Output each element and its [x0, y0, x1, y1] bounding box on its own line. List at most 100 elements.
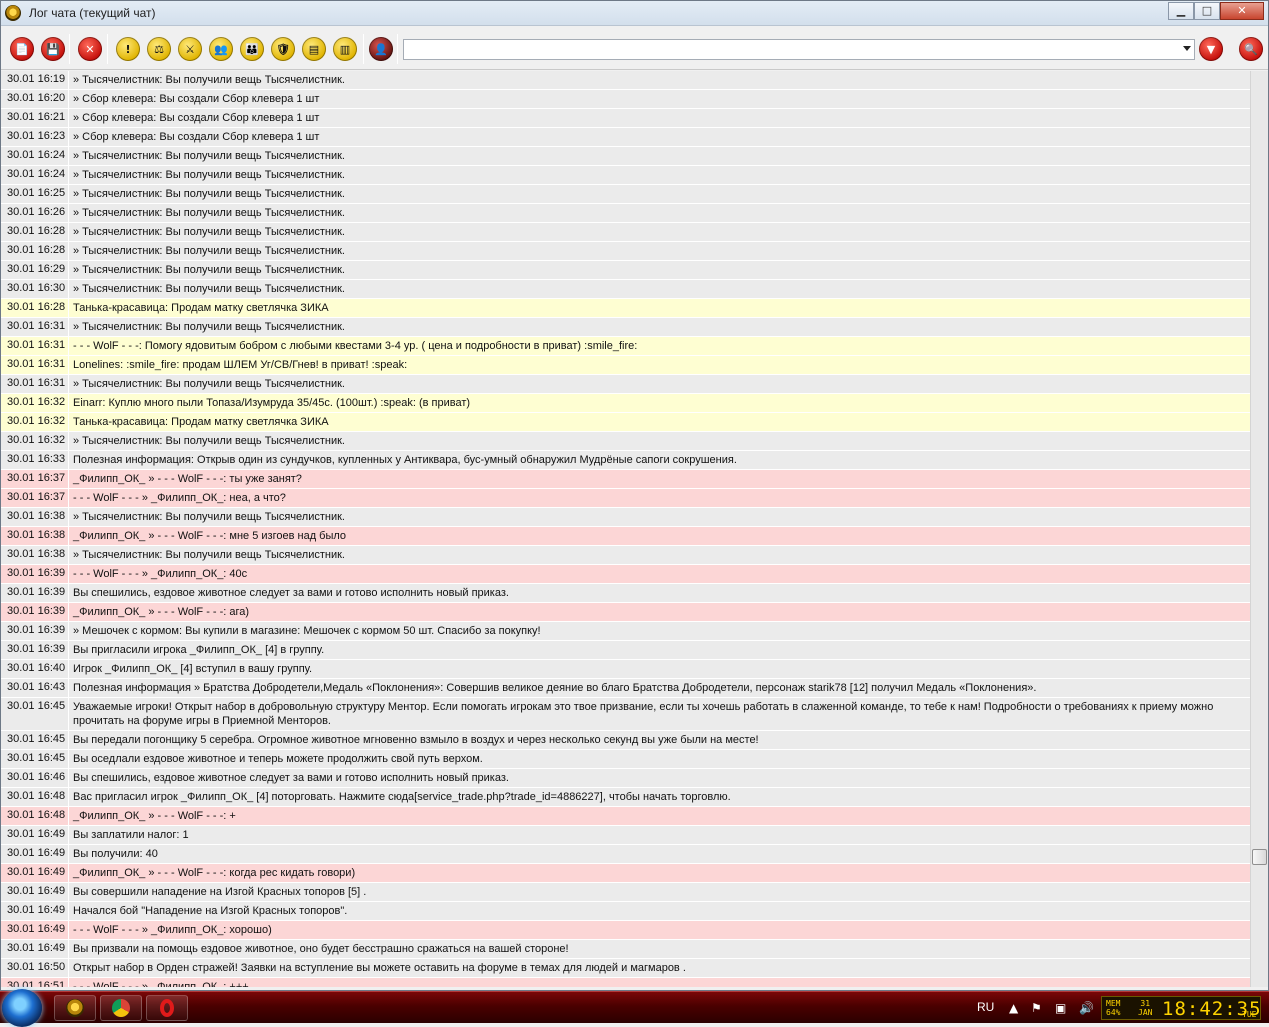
log-timestamp: 30.01 16:29 — [1, 261, 69, 279]
filter-system-icon: ! — [125, 42, 131, 56]
log-row[interactable]: 30.01 16:28 Танька-красавица: Продам матк… — [1, 299, 1250, 318]
minimize-button[interactable]: ▁ — [1168, 2, 1194, 20]
show-hidden-icons-icon[interactable]: ▲ — [1009, 1001, 1018, 1015]
log-message: _Филипп_ОК_ » - - - WolF - - -: ты уже з… — [73, 473, 302, 485]
log-row[interactable]: 30.01 16:49 Вы совершили нападение на Из… — [1, 883, 1250, 902]
scrollbar-thumb[interactable] — [1252, 849, 1267, 865]
game-logo-icon — [66, 999, 84, 1017]
filter-system-button[interactable]: ! — [116, 37, 140, 61]
log-row[interactable]: 30.01 16:48 _Филипп_ОК_ » - - - WolF - - … — [1, 807, 1250, 826]
log-row[interactable]: 30.01 16:21 » Сбор клевера: Вы создали Сб… — [1, 109, 1250, 128]
log-message: Вы заплатили налог: 1 — [73, 829, 189, 841]
filter-private-button[interactable]: ▤ — [302, 37, 326, 61]
log-row[interactable]: 30.01 16:19 » Тысячелистник: Вы получили … — [1, 71, 1250, 90]
log-row[interactable]: 30.01 16:37 _Филипп_ОК_ » - - - WolF - - … — [1, 470, 1250, 489]
log-row[interactable]: 30.01 16:50 Открыт набор в Орден стражей… — [1, 959, 1250, 978]
log-message: Игрок _Филипп_ОК_ [4] вступил в вашу гру… — [73, 663, 313, 675]
log-message: Вы спешились, ездовое животное следует з… — [73, 772, 509, 784]
log-row[interactable]: 30.01 16:24 » Тысячелистник: Вы получили … — [1, 166, 1250, 185]
log-row[interactable]: 30.01 16:39 » Мешочек с кормом: Вы купили… — [1, 622, 1250, 641]
taskbar-app-opera[interactable] — [146, 995, 188, 1021]
log-row[interactable]: 30.01 16:49 _Филипп_ОК_ » - - - WolF - - … — [1, 864, 1250, 883]
log-row[interactable]: 30.01 16:45 Вы передали погонщику 5 сере… — [1, 731, 1250, 750]
log-row[interactable]: 30.01 16:49 Вы призвали на помощь ездово… — [1, 940, 1250, 959]
toolbar-separator — [397, 34, 398, 64]
log-row[interactable]: 30.01 16:28 » Тысячелистник: Вы получили … — [1, 242, 1250, 261]
log-row[interactable]: 30.01 16:46 Вы спешились, ездовое животн… — [1, 769, 1250, 788]
action-center-flag-icon[interactable]: ⚑ — [1031, 1001, 1042, 1015]
log-row[interactable]: 30.01 16:32 Einarr: Куплю много пыли Топа… — [1, 394, 1250, 413]
log-row[interactable]: 30.01 16:20 » Сбор клевера: Вы создали Сб… — [1, 90, 1250, 109]
log-row[interactable]: 30.01 16:49 Начался бой "Нападение на Из… — [1, 902, 1250, 921]
log-row[interactable]: 30.01 16:30 » Тысячелистник: Вы получили … — [1, 280, 1250, 299]
log-message: » Тысячелистник: Вы получили вещь Тысяче… — [73, 435, 345, 447]
vertical-scrollbar[interactable] — [1250, 71, 1268, 987]
log-message: Начался бой "Нападение на Изгой Красных … — [73, 905, 348, 917]
date-month: JAN — [1138, 1008, 1153, 1017]
save-log-button[interactable]: 💾 — [41, 37, 65, 61]
log-row[interactable]: 30.01 16:37 - - - WolF - - - » _Филипп_ОК… — [1, 489, 1250, 508]
apply-filter-button[interactable]: ▼ — [1199, 37, 1223, 61]
log-message: » Тысячелистник: Вы получили вещь Тысяче… — [73, 169, 345, 181]
volume-icon[interactable]: 🔊 — [1079, 1001, 1094, 1015]
log-row[interactable]: 30.01 16:29 » Тысячелистник: Вы получили … — [1, 261, 1250, 280]
log-row[interactable]: 30.01 16:39 _Филипп_ОК_ » - - - WolF - - … — [1, 603, 1250, 622]
log-row[interactable]: 30.01 16:31 » Тысячелистник: Вы получили … — [1, 318, 1250, 337]
filter-clan-button[interactable]: 👪 — [240, 37, 264, 61]
delete-log-button[interactable]: ✕ — [78, 37, 102, 61]
close-button[interactable]: ✕ — [1220, 2, 1264, 20]
log-row[interactable]: 30.01 16:25 » Тысячелистник: Вы получили … — [1, 185, 1250, 204]
log-row[interactable]: 30.01 16:51 - - - WolF - - - » _Филипп_ОК… — [1, 978, 1250, 987]
log-row[interactable]: 30.01 16:32 Танька-красавица: Продам матк… — [1, 413, 1250, 432]
log-row[interactable]: 30.01 16:32 » Тысячелистник: Вы получили … — [1, 432, 1250, 451]
title-bar[interactable]: Лог чата (текущий чат) ▁ □ ✕ — [1, 1, 1268, 26]
log-row[interactable]: 30.01 16:28 » Тысячелистник: Вы получили … — [1, 223, 1250, 242]
log-row[interactable]: 30.01 16:45 Вы оседлали ездовое животное… — [1, 750, 1250, 769]
filter-public-button[interactable]: ▥ — [333, 37, 357, 61]
log-row[interactable]: 30.01 16:49 Вы заплатили налог: 1 — [1, 826, 1250, 845]
filter-fight-button[interactable]: ⚔ — [178, 37, 202, 61]
log-row[interactable]: 30.01 16:48 Вас пригласил игрок _Филипп_О… — [1, 788, 1250, 807]
log-row[interactable]: 30.01 16:33 Полезная информация: Открыв о… — [1, 451, 1250, 470]
taskbar-app-chrome[interactable] — [100, 995, 142, 1021]
log-row[interactable]: 30.01 16:23 » Сбор клевера: Вы создали Сб… — [1, 128, 1250, 147]
log-row[interactable]: 30.01 16:43 Полезная информация » Братств… — [1, 679, 1250, 698]
log-row[interactable]: 30.01 16:39 - - - WolF - - - » _Филипп_ОК… — [1, 565, 1250, 584]
log-row[interactable]: 30.01 16:26 » Тысячелистник: Вы получили … — [1, 204, 1250, 223]
log-timestamp: 30.01 16:28 — [1, 223, 69, 241]
language-indicator[interactable]: RU — [977, 1000, 994, 1014]
log-row[interactable]: 30.01 16:24 » Тысячелистник: Вы получили … — [1, 147, 1250, 166]
log-row[interactable]: 30.01 16:49 Вы получили: 40 — [1, 845, 1250, 864]
chat-log-list[interactable]: 30.01 16:19 » Тысячелистник: Вы получили … — [1, 71, 1250, 987]
filter-trade-icon: ⚖ — [154, 42, 164, 56]
chevron-down-icon[interactable] — [1183, 46, 1191, 51]
filter-group-icon: 👥 — [214, 42, 228, 56]
search-button[interactable]: 🔍 — [1239, 37, 1263, 61]
filter-group-button[interactable]: 👥 — [209, 37, 233, 61]
system-clock[interactable]: MEM 64% 31 JAN 18:42:35 TUE — [1101, 996, 1261, 1020]
log-row[interactable]: 30.01 16:31 » Тысячелистник: Вы получили … — [1, 375, 1250, 394]
log-row[interactable]: 30.01 16:38 » Тысячелистник: Вы получили … — [1, 508, 1250, 527]
taskbar-app-game[interactable] — [54, 995, 96, 1021]
log-message: Einarr: Куплю много пыли Топаза/Изумруда… — [73, 397, 471, 409]
filter-guard-button[interactable]: 🛡 — [271, 37, 295, 61]
log-row[interactable]: 30.01 16:39 Вы пригласили игрока _Филипп… — [1, 641, 1250, 660]
start-button[interactable] — [2, 989, 42, 1027]
log-message: Полезная информация » Братства Добродете… — [73, 682, 1037, 694]
log-row[interactable]: 30.01 16:45 Уважаемые игроки! Открыт наб… — [1, 698, 1250, 731]
log-row[interactable]: 30.01 16:31 - - - WolF - - -: Помогу ядов… — [1, 337, 1250, 356]
log-row[interactable]: 30.01 16:40 Игрок _Филипп_ОК_ [4] вступи… — [1, 660, 1250, 679]
new-log-button[interactable]: 📄 — [10, 37, 34, 61]
user-filter-icon: 👤 — [374, 42, 388, 56]
log-row[interactable]: 30.01 16:49 - - - WolF - - - » _Филипп_ОК… — [1, 921, 1250, 940]
log-row[interactable]: 30.01 16:38 » Тысячелистник: Вы получили … — [1, 546, 1250, 565]
log-row[interactable]: 30.01 16:39 Вы спешились, ездовое животн… — [1, 584, 1250, 603]
maximize-button[interactable]: □ — [1194, 2, 1220, 20]
user-filter-button[interactable]: 👤 — [369, 37, 393, 61]
channel-combobox[interactable] — [403, 39, 1195, 60]
log-row[interactable]: 30.01 16:31 Lonelines: :smile_fire: прода… — [1, 356, 1250, 375]
network-icon[interactable]: ▣ — [1055, 1001, 1066, 1015]
log-timestamp: 30.01 16:28 — [1, 299, 69, 317]
filter-trade-button[interactable]: ⚖ — [147, 37, 171, 61]
log-row[interactable]: 30.01 16:38 _Филипп_ОК_ » - - - WolF - - … — [1, 527, 1250, 546]
